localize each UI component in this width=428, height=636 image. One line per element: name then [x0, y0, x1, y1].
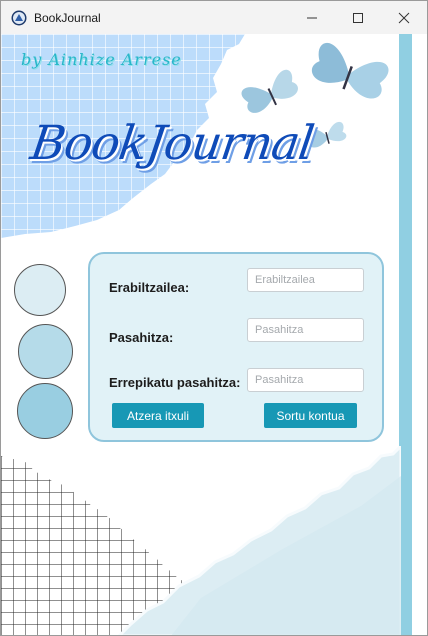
torn-paper-decoration: [117, 446, 401, 635]
username-label: Erabiltzailea:: [109, 280, 190, 295]
title-bar[interactable]: BookJournal: [1, 1, 427, 34]
butterfly-icon: [311, 42, 389, 99]
bookjournal-app-icon: [11, 10, 27, 26]
maximize-button[interactable]: [335, 1, 381, 34]
decorative-circle: [18, 324, 73, 379]
app-window: BookJournal by Ainhize Arrese BookJourna…: [0, 0, 428, 636]
page-title: BookJournal: [27, 116, 317, 171]
window-content: by Ainhize Arrese BookJournal Erabiltzai…: [1, 34, 427, 635]
register-form: Erabiltzailea: Pasahitza: Errepikatu pas…: [88, 252, 384, 442]
close-icon: [398, 12, 410, 23]
minimize-button[interactable]: [289, 1, 335, 34]
repeat-password-field[interactable]: [247, 368, 364, 392]
decorative-circle: [14, 264, 66, 316]
byline: by Ainhize Arrese: [21, 50, 182, 69]
password-field[interactable]: [247, 318, 364, 342]
butterfly-icon: [241, 69, 298, 113]
decorative-circle: [17, 383, 73, 439]
minimize-icon: [307, 17, 317, 18]
password-label: Pasahitza:: [109, 330, 174, 345]
create-account-button[interactable]: Sortu kontua: [264, 403, 357, 428]
window-title: BookJournal: [34, 11, 101, 25]
repeat-password-label: Errepikatu pasahitza:: [109, 375, 241, 390]
close-button[interactable]: [381, 1, 427, 34]
maximize-icon: [353, 12, 363, 23]
username-field[interactable]: [247, 268, 364, 292]
back-button[interactable]: Atzera itxuli: [112, 403, 204, 428]
